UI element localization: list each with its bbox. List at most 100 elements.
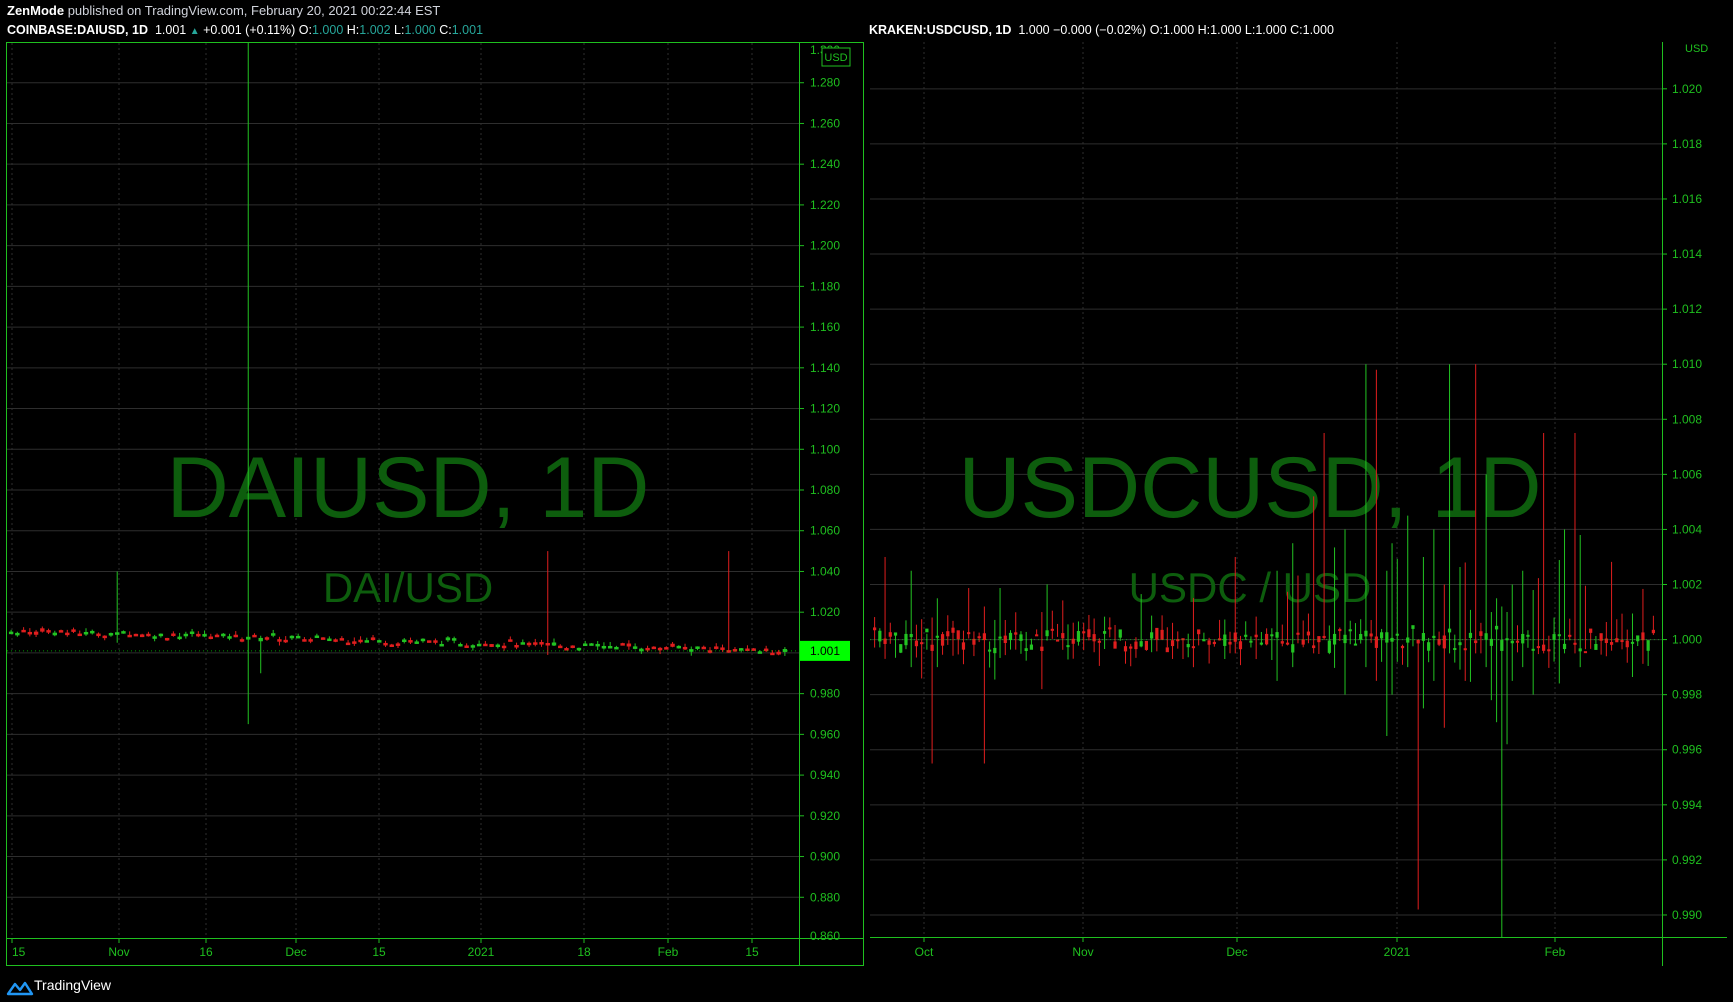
left-candle-body: [657, 647, 663, 651]
left-candle-body: [295, 635, 301, 639]
right-chart-panel[interactable]: USDCUSD, 1D USDC / USD USD 0.990 0.992 0.9…: [870, 42, 1727, 966]
right-candle-body: [1578, 648, 1582, 652]
right-candle-body: [1463, 648, 1467, 651]
left-candle-body: [252, 634, 257, 638]
left-candle-body: [558, 645, 563, 649]
left-candle-body: [676, 645, 681, 649]
left-candle-body: [121, 631, 126, 634]
left-candle-body: [90, 630, 95, 634]
left-candle-body: [701, 646, 706, 650]
left-candle-body: [221, 633, 226, 637]
left-candle-body: [71, 629, 76, 632]
right-candle-body: [1312, 645, 1316, 649]
right-candle-body: [982, 633, 986, 641]
left-candle-body: [427, 640, 432, 643]
left-chart-panel[interactable]: DAIUSD, 1D DAI/USD 0.880 0.900 0.920 0.940 0…: [6, 42, 864, 966]
left-c-label: C:: [439, 23, 452, 37]
right-candle-body: [1380, 632, 1384, 639]
right-candle-body: [1573, 642, 1577, 645]
right-candle-body: [1646, 640, 1650, 651]
left-candle-body: [283, 639, 288, 643]
left-candle-body: [445, 637, 451, 641]
right-candle-body: [1369, 633, 1373, 637]
left-candle-body: [15, 632, 20, 636]
right-high: 1.000: [1210, 23, 1242, 37]
right-candle-body: [1160, 629, 1164, 640]
right-low: 1.000: [1255, 23, 1287, 37]
left-candle-body: [133, 633, 139, 637]
left-ytick-label: 0.960: [810, 727, 840, 741]
left-ytick-label: 1.280: [810, 76, 840, 90]
right-ytick-label: 1.012: [1672, 302, 1702, 316]
right-candle-body: [1609, 642, 1614, 645]
right-candle-body: [1625, 640, 1629, 648]
right-candle-body: [1594, 643, 1598, 650]
left-currency-badge: USD: [824, 52, 847, 64]
right-symbol[interactable]: KRAKEN:USDCUSD, 1D: [869, 23, 1011, 37]
left-candle-body: [732, 649, 738, 652]
right-candle-body: [1150, 632, 1154, 639]
right-candle-body: [1615, 638, 1619, 643]
right-candle-body: [1118, 629, 1122, 638]
right-candle-body: [1505, 638, 1509, 641]
footer-brand[interactable]: TradingView: [34, 973, 111, 997]
left-candle-body: [489, 644, 494, 647]
left-ytick-label: 0.920: [810, 809, 840, 823]
left-ytick-label: 1.120: [810, 402, 840, 416]
left-xtick-label: 15: [745, 945, 759, 959]
right-candle-body: [1343, 634, 1347, 644]
right-currency-label: USD: [1685, 43, 1708, 55]
left-candle-body: [632, 646, 638, 649]
right-candle-body: [1322, 635, 1326, 639]
left-candle-body: [620, 643, 625, 646]
left-ytick-label: 1.240: [810, 157, 840, 171]
author-name[interactable]: ZenMode: [7, 3, 64, 18]
right-candle-body: [1092, 634, 1096, 642]
left-candle-body: [139, 634, 145, 638]
left-candle-body: [583, 643, 588, 647]
left-candle-body: [171, 633, 176, 636]
left-ytick-label: 1.220: [810, 198, 840, 212]
left-candle-body: [146, 633, 151, 637]
left-ytick-label: 0.900: [810, 850, 840, 864]
left-candle-body: [364, 640, 369, 643]
left-candle-body: [651, 646, 657, 650]
left-candle-body: [327, 638, 332, 642]
left-symbol-header: COINBASE:DAIUSD, 1D 1.001 ▲ +0.001 (+0.1…: [7, 21, 483, 39]
left-candle-body: [358, 639, 363, 643]
right-candle-body: [951, 627, 955, 633]
left-xtick-label: 16: [199, 945, 213, 959]
right-chart-svg[interactable]: USDCUSD, 1D USDC / USD USD 0.9900.9920.9…: [870, 42, 1727, 966]
tradingview-logo-icon[interactable]: [6, 978, 36, 998]
right-candle-body: [914, 640, 919, 647]
right-candle-body: [873, 627, 877, 631]
right-ytick-label: 1.010: [1672, 357, 1702, 371]
right-candle-body: [1301, 639, 1305, 645]
left-price-badge: 1.001: [810, 644, 840, 658]
left-candle-body: [108, 633, 114, 636]
left-candle-body: [339, 638, 345, 641]
right-candle-body: [1186, 644, 1190, 648]
right-candle-body: [1123, 646, 1128, 652]
right-candle-body: [1045, 630, 1049, 637]
right-candle-body: [1280, 641, 1284, 644]
right-candle-body: [1416, 639, 1420, 644]
right-change: 1.000 −0.000 (−0.02%): [1018, 23, 1147, 37]
left-candle-body: [395, 643, 401, 646]
left-symbol[interactable]: COINBASE:DAIUSD, 1D: [7, 23, 148, 37]
left-last-price: 1.001: [154, 23, 187, 37]
right-candle-body: [1411, 625, 1415, 629]
left-ytick-label: 1.180: [810, 279, 840, 293]
left-candle-body: [476, 643, 482, 647]
left-chart-svg[interactable]: DAIUSD, 1D DAI/USD 0.880 0.900 0.920 0.940 0…: [6, 42, 864, 966]
left-candle-body: [239, 639, 245, 642]
left-xtick-label: 15: [372, 945, 386, 959]
left-candle-body: [40, 628, 45, 632]
right-candle-body: [1102, 631, 1107, 634]
right-candle-body: [1427, 642, 1431, 651]
left-candle-body: [451, 638, 457, 641]
right-candle-body: [1040, 646, 1044, 651]
left-candle-body: [483, 643, 488, 647]
right-ytick-label: 1.006: [1672, 467, 1702, 481]
right-candle-body: [1029, 644, 1034, 650]
